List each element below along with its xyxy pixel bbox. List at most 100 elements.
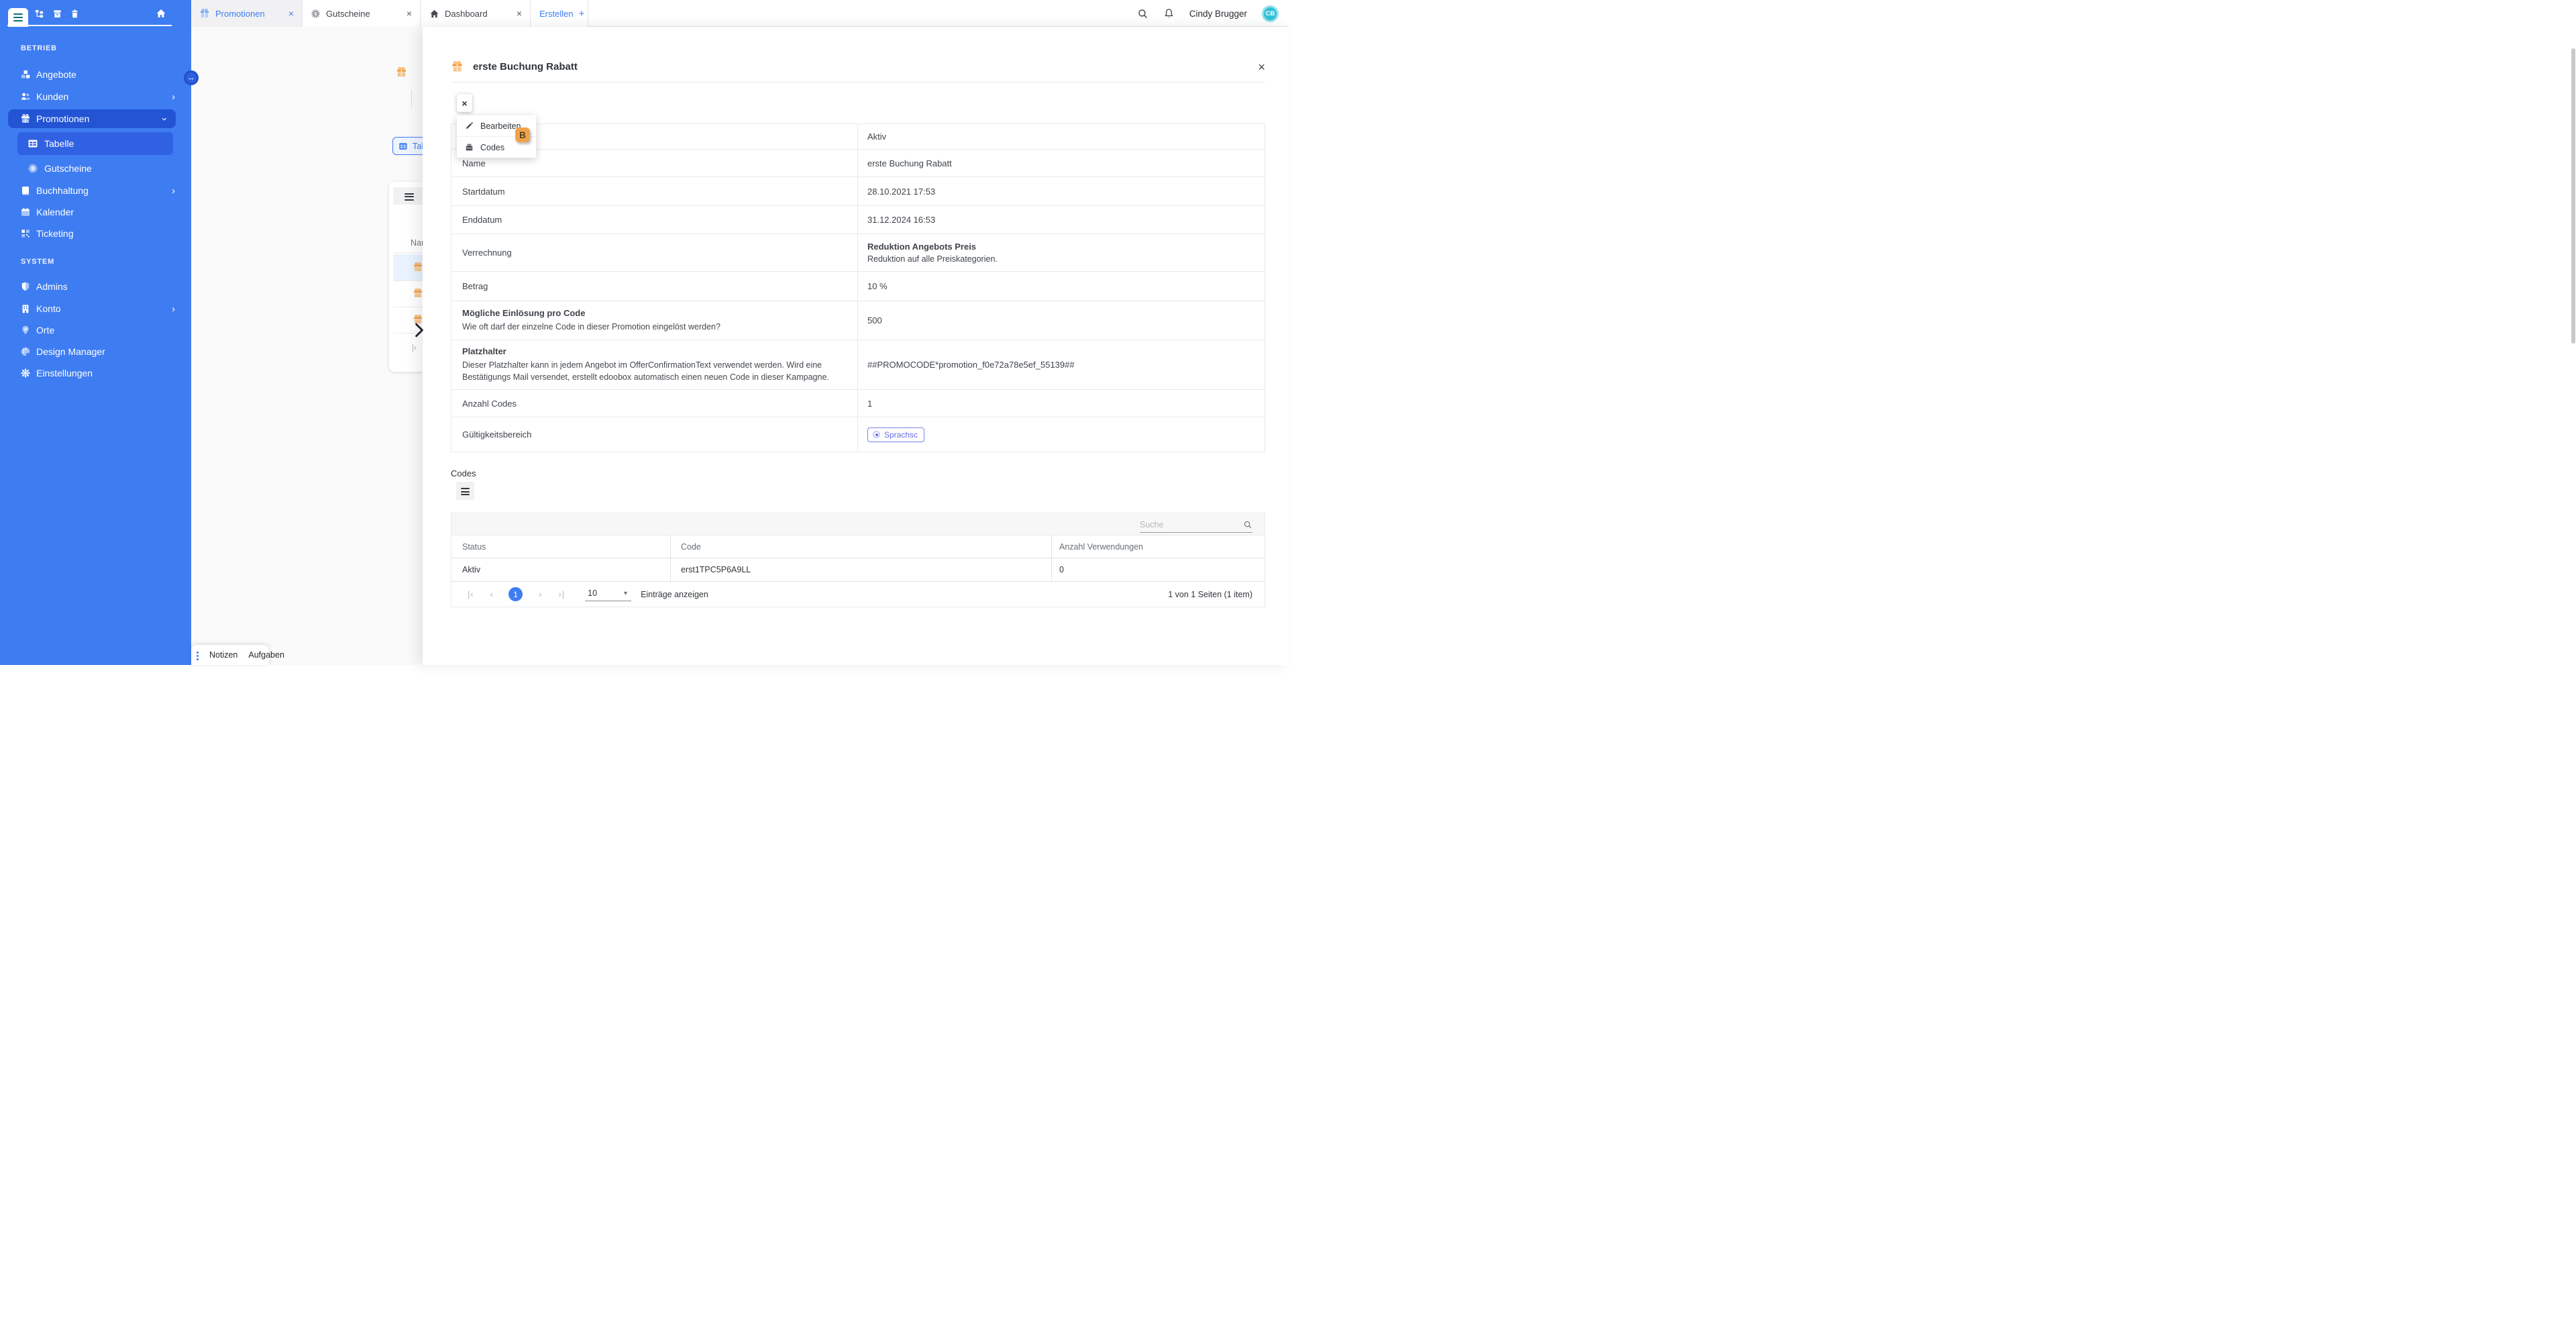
menu-icon[interactable] [405, 191, 414, 201]
tab-gutscheine[interactable]: $ Gutscheine × [303, 0, 421, 27]
gift-icon [20, 113, 31, 124]
table-row: Startdatum 28.10.2021 17:53 [451, 177, 1265, 206]
user-name[interactable]: Cindy Brugger [1189, 9, 1247, 19]
drag-dots-icon[interactable] [197, 650, 199, 660]
column-status[interactable]: Status [451, 542, 670, 552]
sidebar-item-kalender[interactable]: Kalender [0, 203, 191, 221]
resize-arrows-icon: ↔ [188, 74, 195, 82]
tree-icon[interactable] [34, 9, 44, 19]
close-icon: × [462, 98, 467, 109]
panel-expand-chevron[interactable] [414, 323, 425, 338]
codes-section-title: Codes [451, 468, 476, 478]
chevron-right-icon: › [172, 304, 175, 314]
sidebar-item-orte[interactable]: Orte [0, 321, 191, 339]
sidebar-item-tabelle[interactable]: Tabelle [17, 132, 173, 155]
menu-close-button[interactable]: × [457, 94, 472, 112]
page-number-button[interactable]: 1 [508, 587, 523, 601]
tab-erstellen[interactable]: Erstellen + [531, 0, 588, 27]
qr-icon [20, 228, 31, 239]
page-size-select[interactable]: 10 ▾ [585, 587, 631, 601]
coin-icon: $ [28, 163, 38, 174]
users-icon [20, 91, 31, 102]
codes-table-toolbar [451, 513, 1265, 535]
home-icon[interactable] [156, 8, 166, 19]
tab-notizen[interactable]: Notizen [209, 650, 237, 660]
sidebar-item-konto[interactable]: Konto › [0, 300, 191, 317]
table-row: Anzahl Codes 1 [451, 390, 1265, 417]
sidebar-item-promotionen[interactable]: Promotionen › [8, 109, 176, 128]
sidebar-item-admins[interactable]: Admins [0, 278, 191, 295]
tab-label: Gutscheine [326, 9, 370, 19]
sidebar-item-gutscheine[interactable]: $ Gutscheine [0, 160, 191, 177]
tab-promotionen[interactable]: Promotionen × [191, 0, 303, 27]
tab-dashboard[interactable]: Dashboard × [421, 0, 531, 27]
codes-data-row[interactable]: Aktiv erst1TPC5P6A9LL 0 [451, 558, 1265, 582]
close-icon[interactable]: × [407, 8, 412, 19]
table-icon [28, 138, 38, 149]
sidebar-item-einstellungen[interactable]: Einstellungen [0, 364, 191, 382]
chevron-right-icon: › [172, 186, 175, 196]
sidebar-collapse-toggle[interactable]: ↔ [184, 70, 199, 85]
sidebar-item-design-manager[interactable]: Design Manager [0, 343, 191, 360]
calendar-icon [20, 207, 31, 217]
tab-label: Erstellen [539, 9, 574, 19]
tab-aufgaben[interactable]: Aufgaben [248, 650, 284, 660]
bell-icon[interactable] [1163, 8, 1175, 19]
bottom-dock: Notizen Aufgaben [191, 645, 269, 665]
close-icon[interactable]: × [1258, 61, 1265, 73]
coin-icon: $ [311, 9, 321, 19]
sidebar-item-kunden[interactable]: Kunden › [0, 88, 191, 105]
gift-icon [413, 288, 423, 299]
archive-icon[interactable] [52, 9, 62, 19]
search-icon[interactable] [1137, 8, 1148, 19]
gift-icon [199, 8, 210, 19]
close-icon[interactable]: × [517, 8, 522, 19]
sidebar-item-ticketing[interactable]: Ticketing [0, 225, 191, 242]
last-page-icon[interactable]: ›| [558, 589, 565, 599]
svg-text:$: $ [315, 11, 317, 16]
next-page-icon[interactable]: › [539, 589, 542, 599]
sidebar-item-buchhaltung[interactable]: Buchhaltung › [0, 182, 191, 199]
chevron-down-icon: › [160, 117, 170, 121]
sidebar-item-angebote[interactable]: Angebote [0, 66, 191, 83]
header-divider [451, 82, 1265, 83]
gift-icon [413, 262, 423, 272]
cubes-icon [20, 69, 31, 80]
promotionen-panel: Tabelle Name |‹ [191, 27, 423, 665]
search-field [1140, 517, 1252, 533]
codes-pagination: |‹ ‹ 1 › ›| 10 ▾ Einträge anzeigen 1 von… [451, 582, 1265, 607]
codes-header-row: Status Code Anzahl Verwendungen [451, 535, 1265, 558]
hamburger-icon [13, 13, 23, 15]
toolbar-divider [411, 90, 412, 107]
scrollbar-thumb[interactable] [2571, 48, 2575, 344]
trash-icon[interactable] [70, 9, 80, 19]
table-row: Betrag 10 % [451, 272, 1265, 301]
first-page-icon[interactable]: |‹ [468, 589, 474, 599]
pencil-icon [465, 121, 474, 130]
prev-page-icon[interactable]: ‹ [490, 589, 494, 599]
table-row: Platzhalter Dieser Platzhalter kann in j… [451, 340, 1265, 390]
sprachschule-badge[interactable]: Sprachsc [867, 427, 924, 442]
page-size-label: Einträge anzeigen [641, 590, 708, 599]
table-row: Mögliche Einlösung pro Code Wie oft darf… [451, 301, 1265, 340]
book-icon [20, 185, 31, 196]
codes-menu-button[interactable] [456, 482, 474, 500]
sidebar-nav: BETRIEB Angebote Kunden › Promotionen › … [0, 27, 191, 665]
shortcut-badge: B [515, 127, 530, 142]
radio-icon [873, 431, 880, 438]
chevron-right-icon: › [172, 92, 175, 102]
search-icon[interactable] [1243, 520, 1252, 529]
column-uses[interactable]: Anzahl Verwendungen [1051, 535, 1265, 558]
search-input[interactable] [1140, 520, 1243, 529]
header-underline [7, 25, 172, 26]
avatar[interactable]: CB [1262, 5, 1279, 22]
tab-label: Dashboard [445, 9, 488, 19]
hamburger-menu-button[interactable] [8, 8, 28, 27]
plus-icon: + [579, 8, 585, 19]
column-code[interactable]: Code [670, 535, 1051, 558]
table-icon [398, 142, 408, 151]
close-icon[interactable]: × [288, 8, 294, 19]
page-title: erste Buchung Rabatt [473, 61, 578, 72]
detail-table: Aktiv Name erste Buchung Rabatt Startdat… [451, 123, 1265, 452]
codes-table: Status Code Anzahl Verwendungen Aktiv er… [451, 513, 1265, 607]
